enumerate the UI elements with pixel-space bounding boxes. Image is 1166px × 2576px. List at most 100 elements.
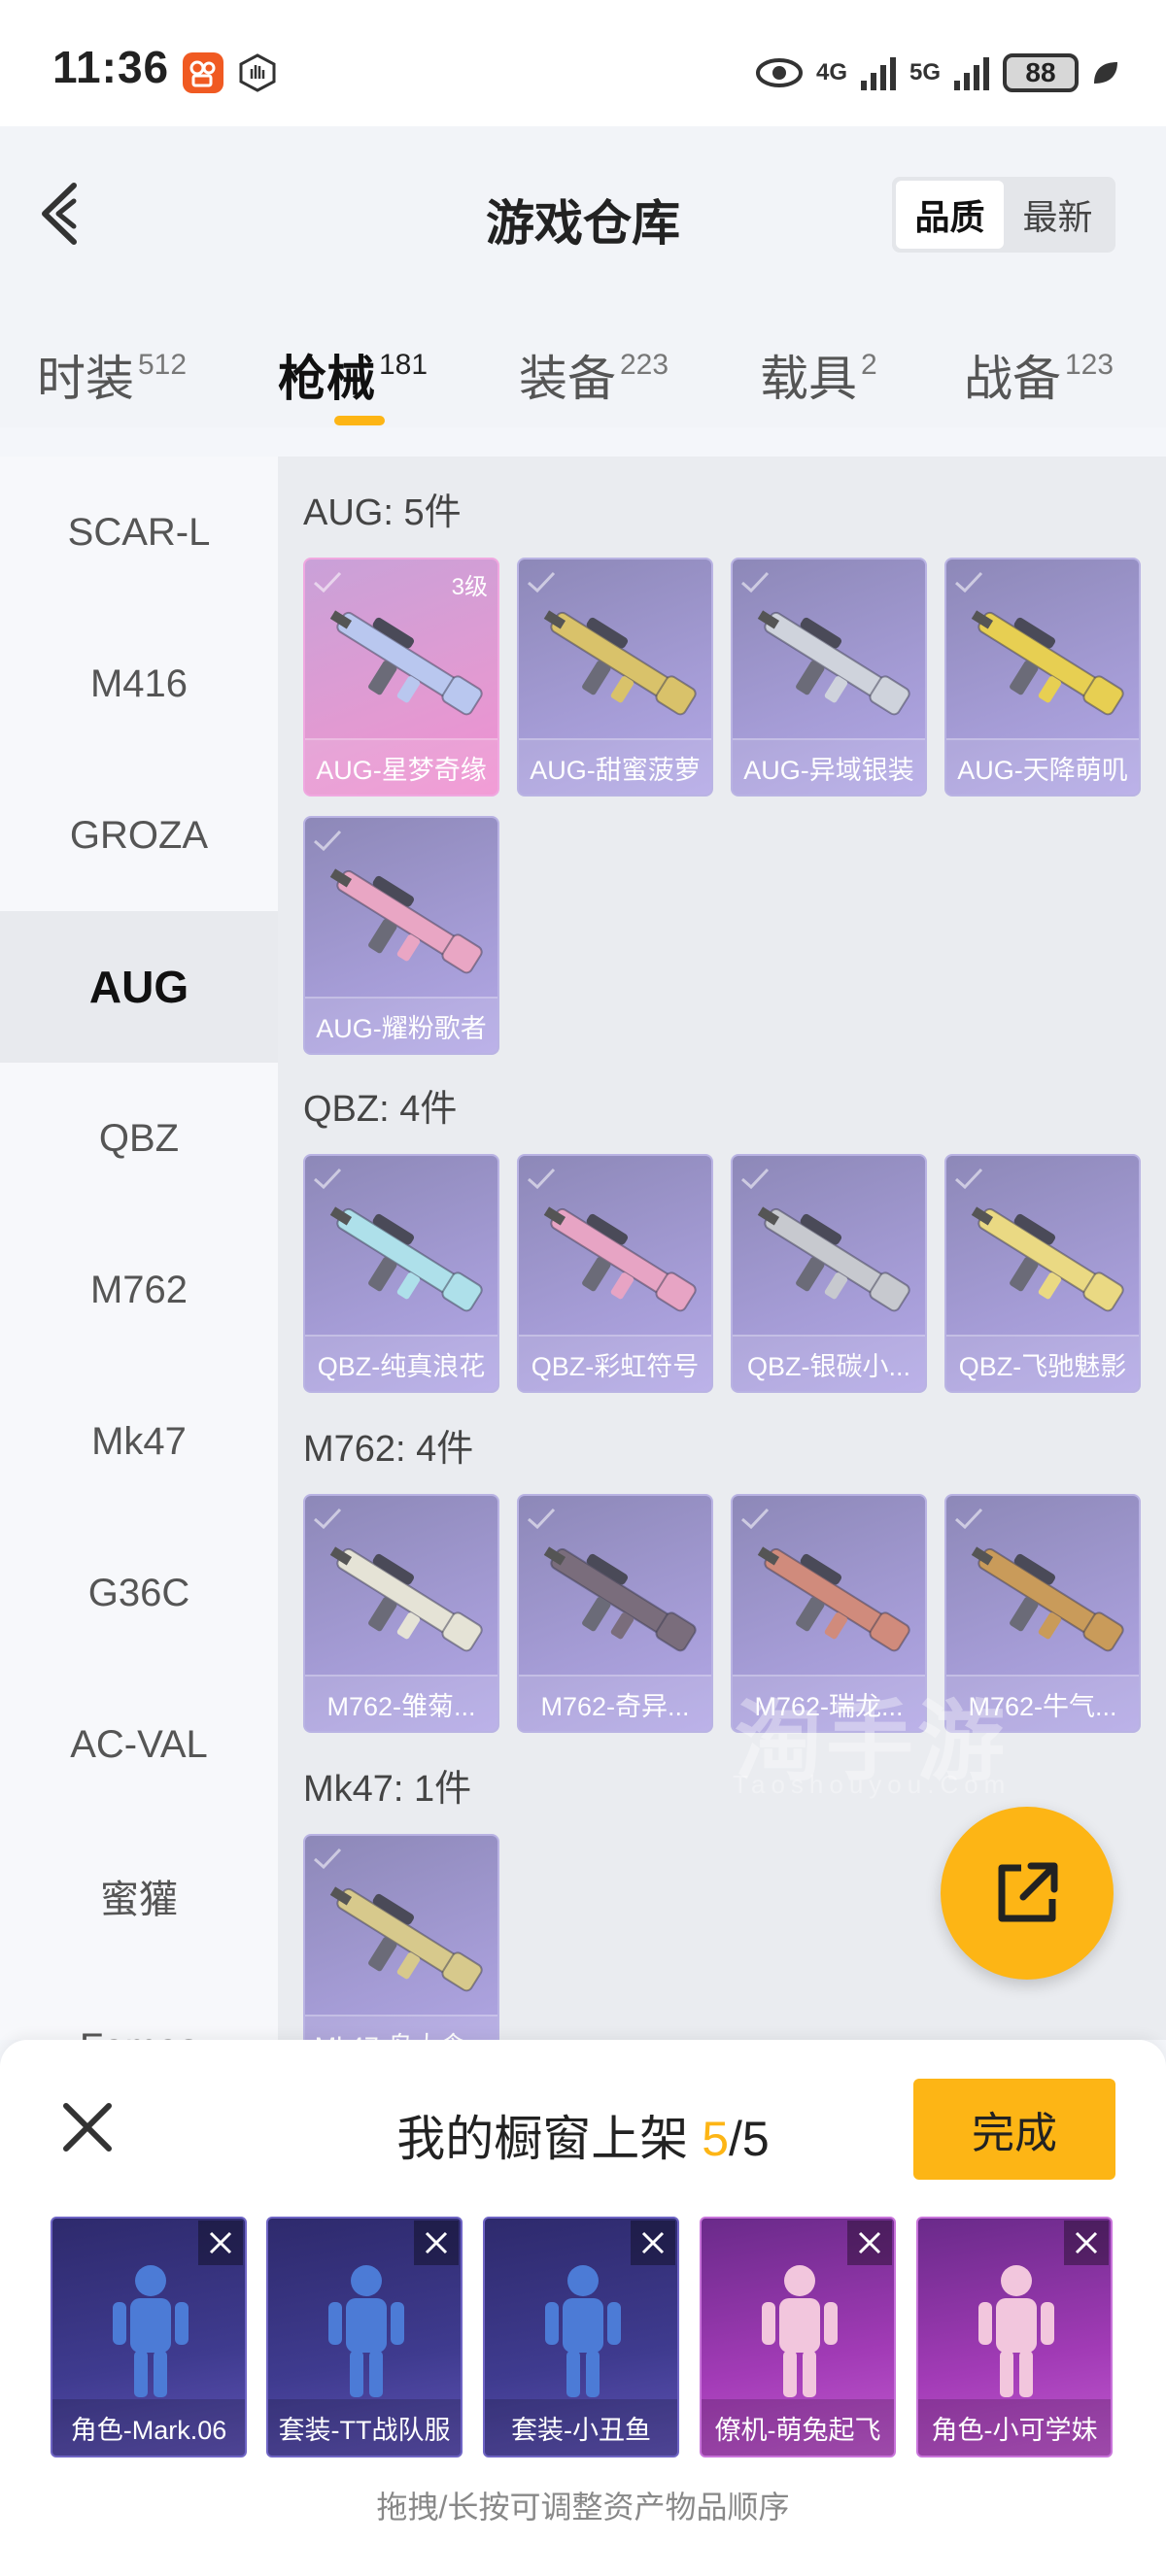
category-tabs: 时装 512 枪械 181 装备 223 载具 2 战备 123 (0, 330, 1166, 437)
showcase-slot[interactable]: 套装-TT战队服 (266, 2217, 463, 2457)
sidebar-item-scar-l[interactable]: SCAR-L (0, 457, 278, 608)
sort-toggle: 品质 最新 (892, 177, 1115, 253)
showcase-slot-label: 角色-Mark.06 (52, 2399, 245, 2456)
weapon-skin-label: QBZ-纯真浪花 (305, 1335, 497, 1391)
tab-vehicles[interactable]: 载具 2 (760, 340, 877, 410)
sidebar-item-m416[interactable]: M416 (0, 608, 278, 760)
weapon-skin-card[interactable]: 3级 AUG-星梦奇缘 (303, 558, 499, 797)
weapon-skin-label: AUG-耀粉歌者 (305, 997, 497, 1053)
hand-hexagon-icon (237, 52, 278, 93)
weapon-skin-card[interactable]: QBZ-纯真浪花 (303, 1154, 499, 1393)
tab-label: 装备 (519, 352, 616, 406)
group-title-mk47: Mk47: 1件 (303, 1769, 472, 1810)
rifle-icon (329, 1546, 483, 1652)
weapon-sidebar: SCAR-L M416 GROZA AUG QBZ M762 Mk47 G36C… (0, 457, 278, 2040)
showcase-slot-label: 套装-TT战队服 (268, 2399, 461, 2456)
rifle-icon (543, 1206, 697, 1312)
tab-label: 战备 (964, 352, 1061, 406)
remove-icon[interactable] (198, 2220, 243, 2265)
sidebar-item-aug[interactable]: AUG (0, 911, 278, 1063)
tab-fashion[interactable]: 时装 512 (37, 340, 187, 410)
character-figure-icon (762, 2265, 838, 2397)
leaf-icon (1094, 62, 1117, 84)
status-time: 11:36 (52, 42, 170, 92)
done-button[interactable]: 完成 (913, 2079, 1115, 2180)
sidebar-item-groza[interactable]: GROZA (0, 760, 278, 911)
remove-icon[interactable] (631, 2220, 675, 2265)
character-figure-icon (545, 2265, 621, 2397)
weapon-skin-card[interactable]: M762-雏菊... (303, 1494, 499, 1733)
status-bar: 11:36 4G 5G 88 (0, 0, 1166, 126)
rifle-icon (543, 1546, 697, 1652)
sidebar-item-mk47[interactable]: Mk47 (0, 1366, 278, 1517)
signal-icon (860, 57, 896, 90)
weapon-skin-label: AUG-天降萌叽 (946, 738, 1139, 795)
showcase-slot[interactable]: 角色-小可学妹 (916, 2217, 1113, 2457)
tab-label: 枪械 (278, 352, 375, 406)
tab-count: 223 (620, 349, 669, 381)
rifle-icon (971, 610, 1124, 716)
external-link-icon (998, 1862, 1058, 1922)
sidebar-item-honey-badger[interactable]: 蜜獾 (0, 1820, 278, 1972)
sidebar-item-ac-val[interactable]: AC-VAL (0, 1669, 278, 1820)
remove-icon[interactable] (1064, 2220, 1109, 2265)
showcase-slot[interactable]: 套装-小丑鱼 (483, 2217, 679, 2457)
grade-badge: 3级 (451, 574, 488, 600)
sidebar-item-g36c[interactable]: G36C (0, 1517, 278, 1669)
share-export-button[interactable] (941, 1807, 1114, 1980)
weapon-skin-label: QBZ-彩虹符号 (519, 1335, 711, 1391)
showcase-count-current: 5 (702, 2112, 729, 2166)
tab-count: 123 (1065, 349, 1115, 381)
weapon-skin-card[interactable]: AUG-耀粉歌者 (303, 816, 499, 1055)
weapon-skin-card[interactable]: QBZ-银碳小... (731, 1154, 927, 1393)
showcase-slot[interactable]: 角色-Mark.06 (51, 2217, 247, 2457)
tab-count: 181 (379, 349, 429, 381)
showcase-title-text: 我的橱窗上架 (396, 2112, 703, 2166)
sidebar-item-famas[interactable]: Famas (0, 1972, 278, 2041)
showcase-slot-label: 角色-小可学妹 (918, 2399, 1111, 2456)
weapon-skin-card[interactable]: Mk47-鸟太食... (303, 1834, 499, 2040)
weapon-skin-card[interactable]: M762-奇异... (517, 1494, 713, 1733)
tab-firearms[interactable]: 枪械 181 (278, 340, 428, 410)
showcase-panel: 我的橱窗上架 5/5 完成 角色-Mark.06 套装-TT战队服 套装-小丑鱼 僚机… (0, 2040, 1166, 2576)
tab-label: 时装 (37, 352, 134, 406)
rifle-icon (329, 1206, 483, 1312)
sort-option-latest[interactable]: 最新 (1004, 181, 1112, 249)
rifle-icon (329, 1886, 483, 1992)
rifle-icon (757, 1206, 910, 1312)
showcase-count-total: /5 (729, 2112, 770, 2166)
rifle-icon (329, 868, 483, 974)
weapon-skin-label: M762-雏菊... (305, 1675, 497, 1731)
tab-count: 512 (138, 349, 188, 381)
showcase-slot[interactable]: 僚机-萌兔起飞 (700, 2217, 896, 2457)
remove-icon[interactable] (414, 2220, 459, 2265)
character-figure-icon (113, 2265, 189, 2397)
weapon-skin-label: AUG-异域银装 (733, 738, 925, 795)
sidebar-item-qbz[interactable]: QBZ (0, 1063, 278, 1214)
rifle-icon (543, 610, 697, 716)
character-figure-icon (978, 2265, 1054, 2397)
rifle-icon (329, 610, 483, 716)
weapon-skin-card[interactable]: AUG-异域银装 (731, 558, 927, 797)
showcase-slot-label: 套装-小丑鱼 (485, 2399, 677, 2456)
weapon-skin-card[interactable]: AUG-甜蜜菠萝 (517, 558, 713, 797)
weapon-grid: AUG: 5件 QBZ: 4件 M762: 4件 Mk47: 1件 3级 AUG-… (278, 457, 1166, 2040)
weapon-skin-card[interactable]: QBZ-彩虹符号 (517, 1154, 713, 1393)
rifle-icon (757, 610, 910, 716)
kuaishou-app-icon (183, 52, 223, 93)
sidebar-item-m762[interactable]: M762 (0, 1214, 278, 1366)
sort-option-quality[interactable]: 品质 (896, 181, 1004, 249)
group-title-aug: AUG: 5件 (303, 492, 462, 533)
rifle-icon (971, 1206, 1124, 1312)
tab-combat-gear[interactable]: 战备 123 (964, 340, 1114, 410)
weapon-skin-label: Mk47-鸟太食... (305, 2015, 497, 2040)
tab-count: 2 (861, 349, 877, 381)
tab-equipment[interactable]: 装备 223 (519, 340, 669, 410)
signal-icon (954, 57, 989, 90)
weapon-skin-card[interactable]: AUG-天降萌叽 (944, 558, 1141, 797)
remove-icon[interactable] (847, 2220, 892, 2265)
weapon-skin-card[interactable]: QBZ-飞驰魅影 (944, 1154, 1141, 1393)
warehouse-page: 11:36 4G 5G 88 游戏仓库 品质 最新 时装 512 枪械 181 装备… (0, 0, 1166, 2576)
weapon-skin-label: QBZ-飞驰魅影 (946, 1335, 1139, 1391)
weapon-skin-label: AUG-甜蜜菠萝 (519, 738, 711, 795)
